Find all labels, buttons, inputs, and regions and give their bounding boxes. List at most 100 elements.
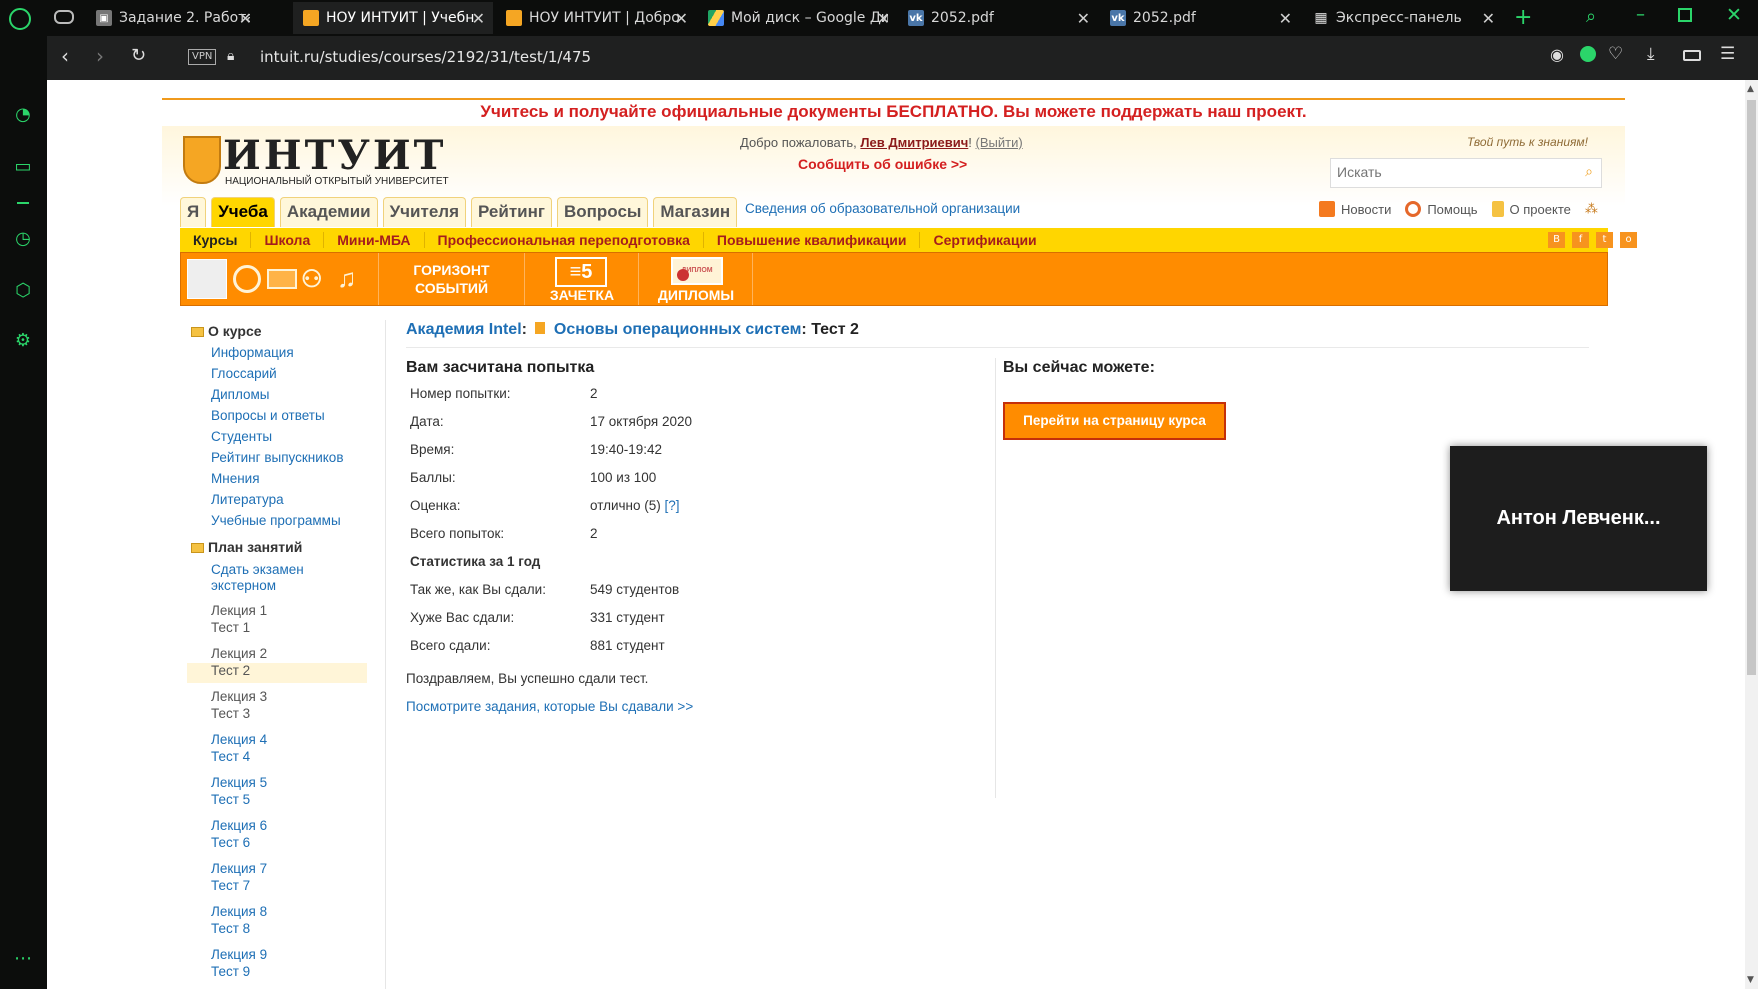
view-tasks-link[interactable]: Посмотрите задания, которые Вы сдавали >… (406, 699, 693, 714)
lecture-5[interactable]: Лекция 5 (211, 775, 267, 790)
close-tab-icon[interactable]: ✕ (1279, 9, 1292, 28)
search-input[interactable] (1331, 159, 1561, 185)
social-vk-icon[interactable]: В (1548, 232, 1565, 248)
heart-icon[interactable]: ♡ (1608, 44, 1623, 64)
menu-graduate-rating[interactable]: Рейтинг выпускников (211, 450, 344, 465)
shield-icon[interactable] (1580, 46, 1596, 62)
nav-tab-teachers[interactable]: Учителя (382, 197, 467, 227)
speed-dial-icon[interactable]: ◔ (12, 104, 34, 126)
nav-tab-questions[interactable]: Вопросы (556, 197, 649, 227)
user-name-link[interactable]: Лев Дмитриевич (860, 135, 968, 150)
close-tab-icon[interactable]: ✕ (1077, 9, 1090, 28)
video-call-overlay[interactable]: Антон Левченк... (1450, 446, 1707, 591)
subnav-retraining[interactable]: Профессиональная переподготовка (425, 232, 704, 248)
search-tabs-icon[interactable]: ⌕ (1586, 6, 1596, 27)
close-tab-icon[interactable]: ✕ (239, 9, 252, 28)
test-4[interactable]: Тест 4 (211, 749, 250, 764)
test-3[interactable]: Тест 3 (211, 706, 250, 721)
close-tab-icon[interactable]: ✕ (1482, 9, 1495, 28)
nav-tab-study[interactable]: Учеба (211, 197, 275, 227)
promo-banner[interactable]: Учитесь и получайте официальные документ… (162, 98, 1625, 124)
about-link[interactable]: О проекте (1510, 202, 1571, 217)
scrollbar-thumb[interactable] (1747, 100, 1756, 675)
new-tab-icon[interactable]: + (1514, 5, 1532, 30)
lecture-4[interactable]: Лекция 4 (211, 732, 267, 747)
camera-icon[interactable]: ◉ (1550, 45, 1564, 64)
close-window-icon[interactable]: ✕ (1726, 4, 1742, 26)
diplomas-button[interactable]: ДИПЛОМ ДИПЛОМЫ (639, 253, 753, 305)
menu-glossary[interactable]: Глоссарий (211, 366, 277, 381)
logo-title[interactable]: ИНТУИТ (223, 132, 446, 179)
lecture-9[interactable]: Лекция 9 (211, 947, 267, 962)
social-facebook-icon[interactable]: f (1572, 232, 1589, 248)
plan-heading[interactable]: План занятий (191, 539, 302, 555)
news-link[interactable]: Новости (1341, 202, 1391, 217)
opera-logo-icon[interactable] (9, 8, 31, 30)
menu-opinions[interactable]: Мнения (211, 471, 260, 486)
menu-students[interactable]: Студенты (211, 429, 272, 444)
rss-icon[interactable] (1319, 201, 1335, 217)
close-tab-icon[interactable]: ✕ (675, 9, 688, 28)
tab-0[interactable]: ▣ Задание 2. Работа с ф ✕ (86, 2, 260, 34)
test-9[interactable]: Тест 9 (211, 964, 250, 979)
friends-icon[interactable]: ⚇ (301, 265, 323, 294)
lecture-1[interactable]: Лекция 1 (211, 603, 267, 618)
avatar[interactable] (187, 259, 227, 299)
alarm-clock-icon[interactable] (233, 265, 261, 293)
url-text[interactable]: intuit.ru/studies/courses/2192/31/test/1… (260, 48, 591, 66)
tab-5[interactable]: vk 2052.pdf ✕ (1100, 2, 1300, 34)
menu-qa[interactable]: Вопросы и ответы (211, 408, 325, 423)
intuit-logo-icon[interactable] (183, 136, 221, 184)
tab-2[interactable]: НОУ ИНТУИТ | Добро ✕ (496, 2, 696, 34)
gradebook-button[interactable]: ≡5 ЗАЧЕТКА (525, 253, 639, 305)
test-8[interactable]: Тест 8 (211, 921, 250, 936)
breadcrumb-course[interactable]: Основы операционных систем (554, 321, 802, 338)
extensions-icon[interactable]: ⬡ (12, 280, 34, 302)
battery-icon[interactable] (1683, 50, 1701, 61)
subnav-courses[interactable]: Курсы (180, 232, 252, 248)
subnav-certifications[interactable]: Сертификации (920, 232, 1049, 248)
scroll-up-icon[interactable]: ▲ (1747, 84, 1754, 94)
grade-help-link[interactable]: [?] (665, 498, 680, 513)
search-box[interactable]: ⌕ (1330, 158, 1602, 188)
menu-info[interactable]: Информация (211, 345, 294, 360)
lecture-8[interactable]: Лекция 8 (211, 904, 267, 919)
breadcrumb-academy[interactable]: Академия Intel (406, 321, 522, 338)
restore-icon[interactable] (1678, 8, 1692, 22)
about-icon[interactable] (1491, 201, 1504, 217)
help-link[interactable]: Помощь (1427, 202, 1477, 217)
history-icon[interactable]: ◷ (12, 228, 34, 250)
menu-literature[interactable]: Литература (211, 492, 284, 507)
menu-diplomas[interactable]: Дипломы (211, 387, 270, 402)
test-2[interactable]: Тест 2 (211, 663, 250, 678)
mail-icon[interactable] (267, 269, 297, 289)
search-icon[interactable]: ⌕ (1585, 164, 1593, 180)
test-6[interactable]: Тест 6 (211, 835, 250, 850)
tab-3[interactable]: Мой диск – Google Ди ✕ (698, 2, 898, 34)
bag-icon[interactable]: ▭ (12, 156, 34, 178)
page-scrollbar[interactable]: ▲ ▼ (1745, 80, 1758, 989)
nav-tab-shop[interactable]: Магазин (653, 197, 738, 227)
download-icon[interactable]: ⤓ (1647, 44, 1655, 64)
go-course-button[interactable]: Перейти на страницу курса (1003, 402, 1226, 440)
test-5[interactable]: Тест 5 (211, 792, 250, 807)
minimize-icon[interactable]: – (1636, 4, 1645, 25)
subnav-qualification[interactable]: Повышение квалификации (704, 232, 921, 248)
lecture-6[interactable]: Лекция 6 (211, 818, 267, 833)
social-twitter-icon[interactable]: t (1596, 232, 1613, 248)
report-error-link[interactable]: Сообщить об ошибке >> (798, 156, 967, 172)
gamepad-icon[interactable] (54, 10, 74, 24)
easy-setup-icon[interactable]: ☰ (1720, 44, 1735, 64)
nav-tab-academies[interactable]: Академии (279, 197, 378, 227)
forward-icon[interactable]: › (96, 44, 104, 68)
lifebuoy-icon[interactable] (1405, 201, 1422, 217)
org-info-link[interactable]: Сведения об образовательной организации (745, 201, 1020, 216)
reload-icon[interactable]: ↻ (131, 45, 146, 66)
test-7[interactable]: Тест 7 (211, 878, 250, 893)
close-tab-icon[interactable]: ✕ (877, 9, 890, 28)
scroll-down-icon[interactable]: ▼ (1747, 975, 1754, 985)
bell-icon[interactable]: ♫ (337, 263, 357, 294)
subnav-mini-mba[interactable]: Мини-МБА (324, 232, 425, 248)
about-course-heading[interactable]: О курсе (191, 323, 262, 339)
settings-icon[interactable]: ⚙ (12, 330, 34, 352)
